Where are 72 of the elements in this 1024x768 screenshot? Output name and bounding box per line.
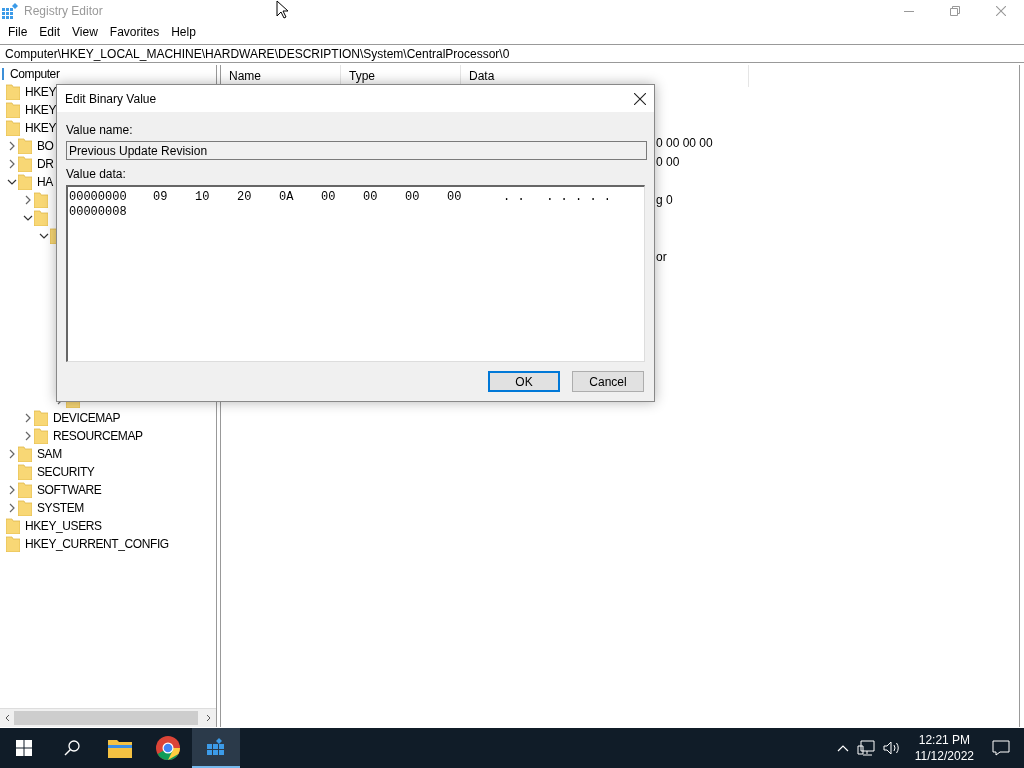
registry-icon bbox=[2, 3, 18, 19]
address-bar[interactable]: Computer\HKEY_LOCAL_MACHINE\HARDWARE\DESCRIPTION\System\CentralProcessor\0 bbox=[0, 44, 1024, 63]
tree-item[interactable]: HKEY bbox=[25, 85, 57, 99]
menu-item[interactable]: Help bbox=[165, 25, 202, 39]
chrome-icon[interactable] bbox=[156, 736, 180, 760]
table-cell: 0 00 00 00 bbox=[656, 135, 713, 150]
chevron-right-icon[interactable] bbox=[23, 195, 33, 205]
restore-icon[interactable] bbox=[950, 6, 960, 16]
window-title: Registry Editor bbox=[24, 4, 103, 18]
folder-icon bbox=[34, 192, 48, 208]
table-cell: or bbox=[656, 249, 667, 264]
folder-icon bbox=[18, 446, 32, 462]
clock-date[interactable]: 11/12/2022 bbox=[914, 748, 974, 764]
column-header[interactable]: Data bbox=[469, 69, 495, 83]
menu-item[interactable]: File bbox=[2, 25, 34, 39]
tree-item[interactable]: DEVICEMAP bbox=[53, 411, 121, 425]
field-label: Value name: bbox=[66, 122, 134, 139]
chevron-up-icon[interactable] bbox=[836, 744, 849, 752]
folder-icon bbox=[18, 464, 32, 480]
clock-time[interactable]: 12:21 PM bbox=[918, 732, 971, 748]
ok-button[interactable]: OK bbox=[488, 371, 560, 392]
tree-item[interactable]: HKEY_USERS bbox=[25, 519, 102, 533]
folder-icon bbox=[34, 210, 48, 226]
minimize-icon[interactable] bbox=[904, 10, 914, 12]
menu-item[interactable]: View bbox=[66, 25, 104, 39]
tree-item[interactable]: DR bbox=[37, 157, 54, 171]
folder-icon bbox=[18, 156, 32, 172]
dialog-title: Edit Binary Value bbox=[65, 91, 157, 106]
tree-item[interactable]: HKEY bbox=[25, 121, 57, 135]
folder-icon bbox=[34, 428, 48, 444]
folder-icon bbox=[6, 518, 20, 534]
tree-item[interactable]: SOFTWARE bbox=[37, 483, 102, 497]
folder-icon[interactable] bbox=[108, 738, 132, 758]
registry-icon[interactable] bbox=[205, 736, 227, 758]
search-icon[interactable] bbox=[64, 740, 80, 756]
column-header[interactable]: Type bbox=[349, 69, 375, 83]
field-label: Value data: bbox=[66, 166, 127, 183]
tree-item[interactable]: SYSTEM bbox=[37, 501, 84, 515]
value-name-field[interactable]: Previous Update Revision bbox=[66, 141, 647, 160]
table-cell: 0 00 bbox=[656, 154, 680, 169]
tree-item[interactable]: HA bbox=[37, 175, 53, 189]
value-data-field[interactable]: 00000000 09 10 20 0A 00 00 00 00 . . . . . . . 00000008 bbox=[66, 185, 645, 362]
tree-item[interactable]: HKEY bbox=[25, 103, 57, 117]
notification-icon[interactable] bbox=[992, 740, 1010, 756]
folder-icon bbox=[34, 410, 48, 426]
folder-icon bbox=[6, 120, 20, 136]
folder-icon bbox=[6, 84, 20, 100]
tree-item[interactable]: SECURITY bbox=[37, 465, 95, 479]
tree-item[interactable]: RESOURCEMAP bbox=[53, 429, 143, 443]
menu-item[interactable]: Favorites bbox=[103, 25, 166, 39]
column-header[interactable]: Name bbox=[229, 69, 261, 83]
folder-icon bbox=[6, 102, 20, 118]
folder-icon bbox=[18, 482, 32, 498]
folder-icon bbox=[18, 500, 32, 516]
tree-item[interactable]: SAM bbox=[37, 447, 62, 461]
windows-start-icon[interactable] bbox=[16, 740, 32, 756]
tree-item[interactable]: BO bbox=[37, 139, 54, 153]
tree-item[interactable]: Computer bbox=[10, 67, 60, 81]
cancel-button[interactable]: Cancel bbox=[572, 371, 644, 392]
folder-icon bbox=[18, 138, 32, 154]
volume-icon[interactable] bbox=[882, 741, 901, 755]
folder-icon bbox=[6, 536, 20, 552]
chevron-down-icon[interactable] bbox=[7, 177, 17, 187]
horizontal-scrollbar[interactable] bbox=[0, 708, 216, 727]
table-cell: g 0 bbox=[656, 192, 673, 207]
tree-item[interactable]: HKEY_CURRENT_CONFIG bbox=[25, 537, 169, 551]
network-icon[interactable] bbox=[856, 740, 875, 756]
folder-icon bbox=[18, 174, 32, 190]
close-icon[interactable] bbox=[634, 92, 646, 105]
scroll-right-icon[interactable] bbox=[204, 714, 212, 722]
menu-item[interactable]: Edit bbox=[33, 25, 67, 39]
scroll-left-icon[interactable] bbox=[4, 714, 12, 722]
